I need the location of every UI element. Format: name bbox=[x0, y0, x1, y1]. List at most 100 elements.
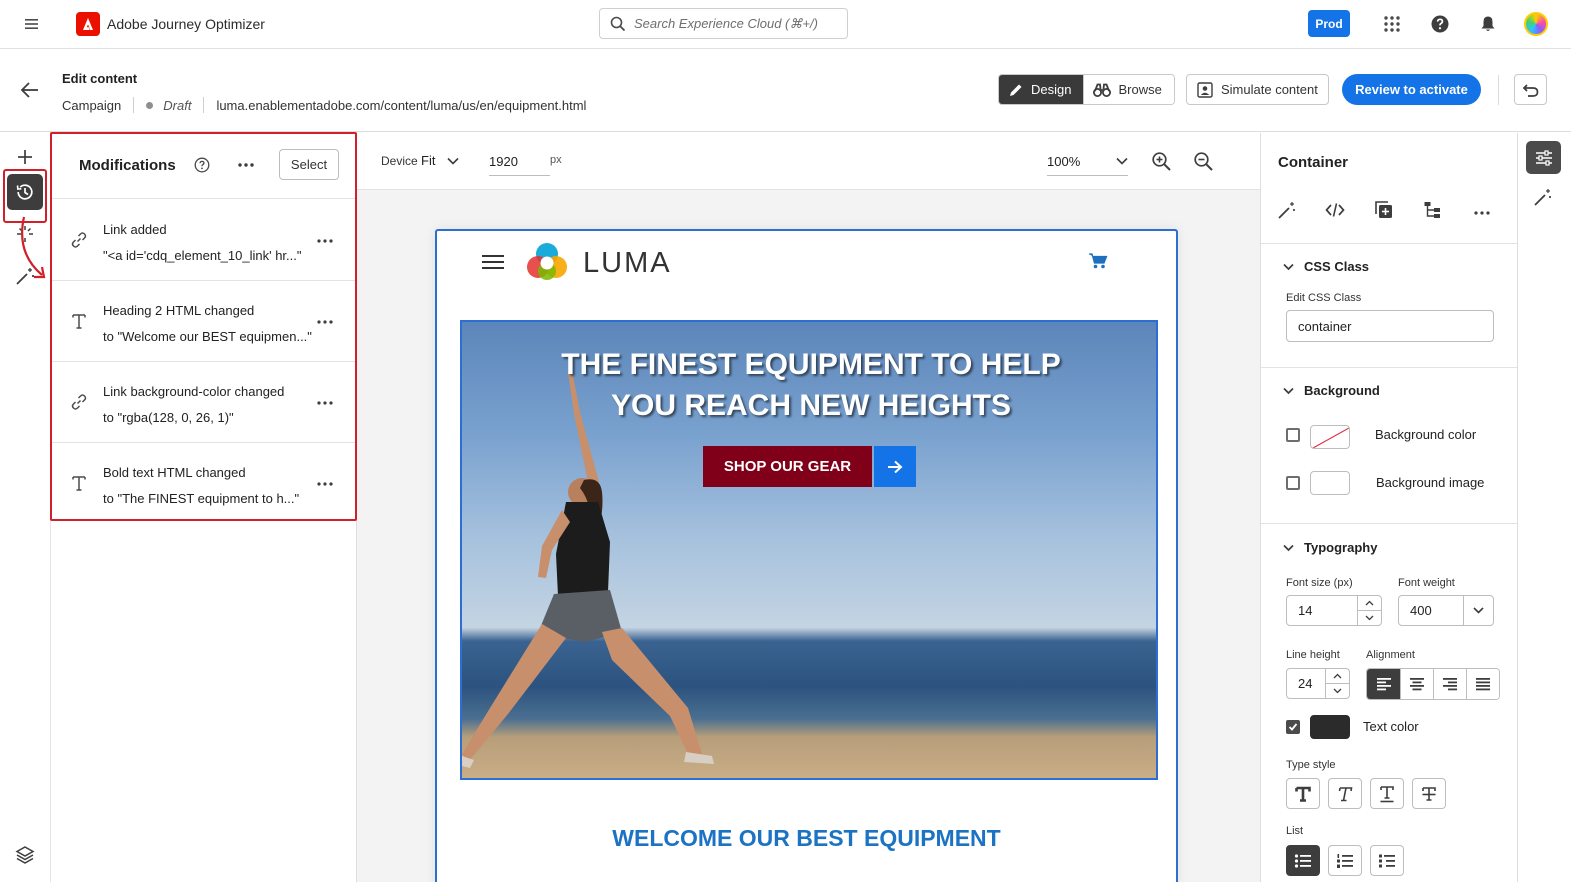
underline-text-icon[interactable] bbox=[1370, 778, 1404, 809]
text-color-label: Text color bbox=[1363, 719, 1419, 734]
layers-icon[interactable] bbox=[14, 844, 36, 866]
welcome-heading[interactable]: WELCOME OUR BEST EQUIPMENT bbox=[437, 825, 1176, 852]
luma-logo-icon[interactable] bbox=[525, 241, 569, 285]
section-title: Typography bbox=[1304, 540, 1378, 555]
css-class-input[interactable] bbox=[1286, 310, 1494, 342]
hero-headline: The FINEST equipment to help you reach n… bbox=[462, 344, 1156, 426]
canvas-width-input[interactable] bbox=[489, 147, 550, 176]
item-more-options-icon[interactable] bbox=[315, 398, 335, 408]
zoom-out-icon[interactable] bbox=[1193, 151, 1214, 172]
modification-item[interactable]: Link background-color changed to "rgba(1… bbox=[51, 362, 357, 443]
select-parent-tree-icon[interactable] bbox=[1423, 200, 1443, 220]
app-switcher-grid-icon[interactable] bbox=[1382, 14, 1402, 34]
text-color-checkbox[interactable] bbox=[1286, 720, 1300, 734]
background-color-checkbox[interactable] bbox=[1286, 428, 1300, 442]
font-size-label: Font size (px) bbox=[1286, 577, 1353, 589]
properties-sliders-button[interactable] bbox=[1526, 141, 1561, 174]
sliders-icon bbox=[1535, 149, 1553, 166]
hamburger-menu-icon[interactable] bbox=[22, 14, 42, 34]
hero-banner[interactable]: The FINEST equipment to help you reach n… bbox=[460, 320, 1158, 780]
undo-button[interactable] bbox=[1514, 74, 1547, 105]
background-color-swatch[interactable] bbox=[1310, 425, 1350, 449]
type-style-label: Type style bbox=[1286, 759, 1336, 771]
browse-mode-button[interactable]: Browse bbox=[1083, 75, 1174, 104]
site-menu-icon[interactable] bbox=[481, 253, 505, 271]
font-weight-select[interactable]: 400 bbox=[1398, 595, 1494, 626]
add-component-plus-icon[interactable] bbox=[14, 146, 36, 168]
arrow-right-icon[interactable] bbox=[874, 446, 916, 487]
bulleted-list-icon[interactable] bbox=[1286, 845, 1320, 876]
italic-text-icon[interactable] bbox=[1328, 778, 1362, 809]
web-page-preview[interactable]: LUMA THE FINEST EQUIPMENT TO HELP YOU RE… bbox=[435, 229, 1178, 882]
back-arrow-icon[interactable] bbox=[19, 79, 41, 101]
align-left-icon[interactable] bbox=[1367, 669, 1400, 699]
font-weight-value: 400 bbox=[1410, 603, 1432, 618]
select-button[interactable]: Select bbox=[279, 149, 339, 180]
text-icon bbox=[69, 311, 89, 331]
modification-item[interactable]: Bold text HTML changed to "The FINEST eq… bbox=[51, 443, 357, 524]
css-class-section-toggle[interactable]: CSS Class bbox=[1283, 259, 1369, 274]
numbered-list-icon[interactable] bbox=[1328, 845, 1362, 876]
more-options-icon[interactable] bbox=[1472, 200, 1492, 220]
bold-text-icon[interactable] bbox=[1286, 778, 1320, 809]
global-search[interactable] bbox=[599, 8, 848, 39]
chevron-up-icon[interactable] bbox=[1358, 596, 1381, 611]
notifications-bell-icon[interactable] bbox=[1478, 14, 1498, 34]
interaction-sparkle-icon[interactable] bbox=[14, 223, 36, 245]
chevron-up-icon[interactable] bbox=[1326, 669, 1349, 684]
align-right-icon[interactable] bbox=[1433, 669, 1466, 699]
help-icon[interactable] bbox=[1430, 14, 1450, 34]
magic-wand-icon[interactable] bbox=[14, 265, 36, 287]
left-tool-rail bbox=[0, 133, 51, 882]
background-image-swatch[interactable] bbox=[1310, 471, 1350, 495]
duplicate-icon[interactable] bbox=[1374, 200, 1394, 220]
magic-wand-icon[interactable] bbox=[1277, 200, 1297, 220]
device-select[interactable]: Fit bbox=[421, 153, 460, 168]
list-label: List bbox=[1286, 825, 1304, 837]
user-avatar[interactable] bbox=[1524, 12, 1548, 36]
item-more-options-icon[interactable] bbox=[315, 236, 335, 246]
zoom-in-icon[interactable] bbox=[1151, 151, 1172, 172]
item-more-options-icon[interactable] bbox=[315, 317, 335, 327]
typography-section-toggle[interactable]: Typography bbox=[1283, 540, 1377, 555]
app-title: Adobe Journey Optimizer bbox=[107, 16, 265, 32]
modification-item[interactable]: Heading 2 HTML changed to "Welcome our B… bbox=[51, 281, 357, 362]
background-image-checkbox[interactable] bbox=[1286, 476, 1300, 490]
shopping-cart-icon[interactable] bbox=[1088, 252, 1108, 270]
item-more-options-icon[interactable] bbox=[315, 479, 335, 489]
modification-detail: to "rgba(128, 0, 26, 1)" bbox=[103, 410, 234, 425]
strikethrough-text-icon[interactable] bbox=[1412, 778, 1446, 809]
background-section-toggle[interactable]: Background bbox=[1283, 383, 1380, 398]
status-dot bbox=[146, 101, 154, 109]
modification-item[interactable]: Link added "<a id='cdq_element_10_link' … bbox=[51, 200, 357, 281]
modifications-history-button[interactable] bbox=[7, 174, 43, 210]
text-color-swatch[interactable] bbox=[1310, 715, 1350, 739]
align-center-icon[interactable] bbox=[1400, 669, 1433, 699]
line-height-stepper[interactable]: 24 bbox=[1286, 668, 1350, 699]
search-icon bbox=[610, 16, 626, 32]
modifications-header: Modifications Select bbox=[51, 133, 357, 199]
content-type: Campaign bbox=[62, 97, 122, 113]
chevron-down-icon bbox=[1283, 263, 1304, 271]
environment-badge[interactable]: Prod bbox=[1308, 10, 1350, 37]
shop-our-gear-button[interactable]: SHOP OUR GEAR bbox=[703, 446, 916, 487]
text-icon bbox=[69, 473, 89, 493]
magic-wand-icon[interactable] bbox=[1533, 187, 1553, 207]
simulate-content-button[interactable]: Simulate content bbox=[1186, 74, 1329, 105]
help-circle-icon[interactable] bbox=[194, 157, 210, 173]
outline-list-icon[interactable] bbox=[1370, 845, 1404, 876]
code-icon[interactable] bbox=[1325, 200, 1345, 220]
design-mode-button[interactable]: Design bbox=[999, 75, 1084, 104]
font-size-stepper[interactable]: 14 bbox=[1286, 595, 1382, 626]
align-justify-icon[interactable] bbox=[1466, 669, 1499, 699]
chevron-down-icon[interactable] bbox=[1358, 611, 1381, 625]
more-options-icon[interactable] bbox=[236, 159, 256, 171]
divider bbox=[1261, 367, 1517, 368]
zoom-select[interactable]: 100% bbox=[1047, 147, 1128, 176]
chevron-down-icon[interactable] bbox=[1326, 684, 1349, 698]
review-to-activate-button[interactable]: Review to activate bbox=[1342, 74, 1481, 105]
search-input[interactable] bbox=[634, 16, 834, 31]
font-size-value: 14 bbox=[1298, 603, 1313, 618]
css-class-label: Edit CSS Class bbox=[1286, 292, 1362, 304]
adobe-logo-icon[interactable] bbox=[76, 12, 100, 36]
